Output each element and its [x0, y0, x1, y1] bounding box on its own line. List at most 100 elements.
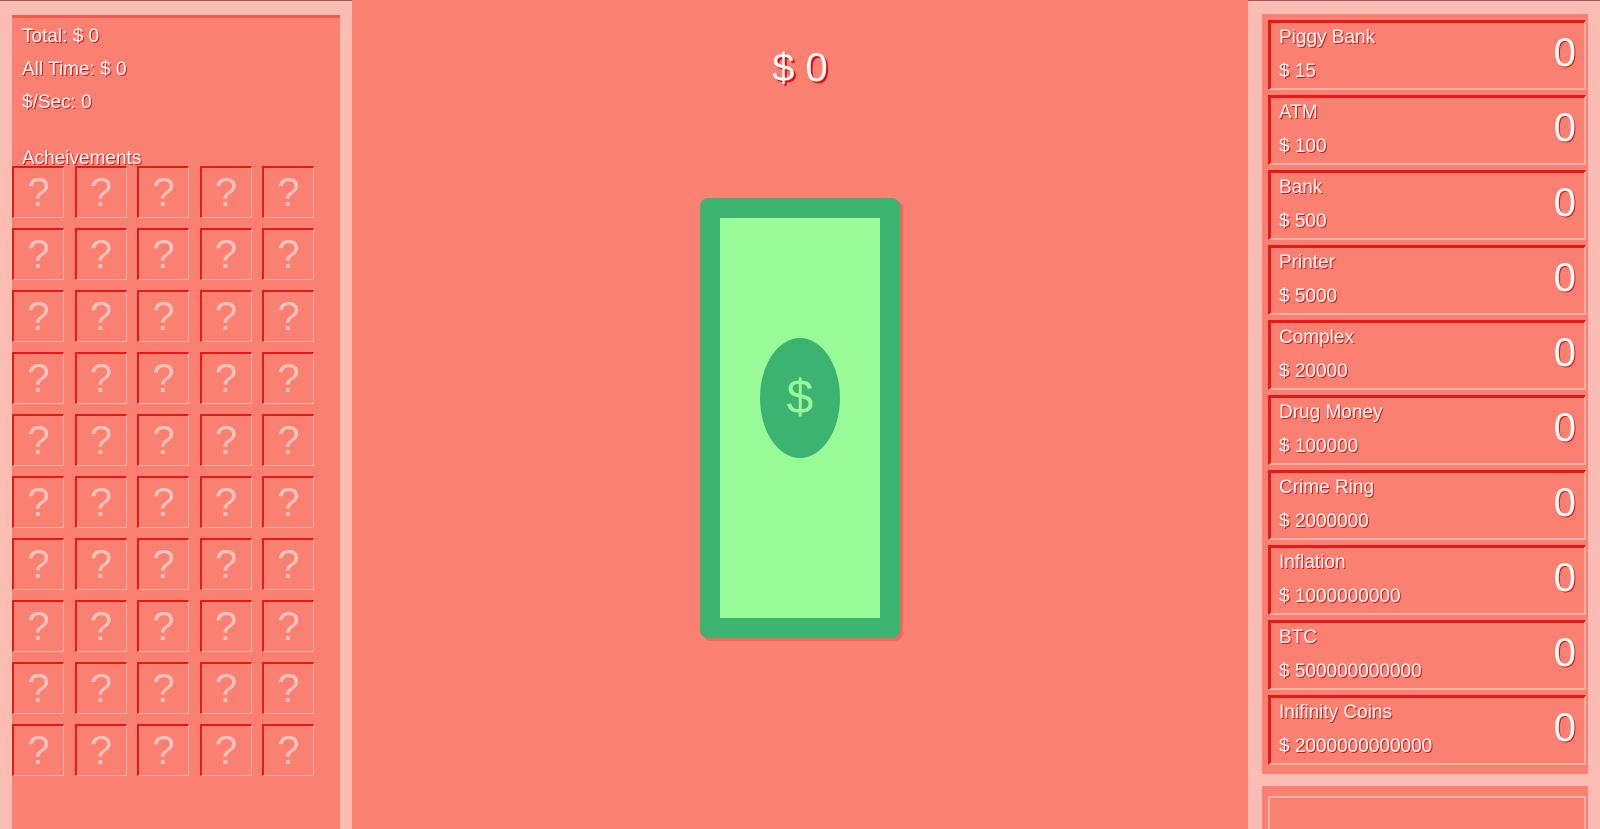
- achievement-slot[interactable]: ?: [137, 352, 189, 404]
- achievement-slot[interactable]: ?: [262, 228, 314, 280]
- shop-panel-footer: [1262, 786, 1588, 829]
- achievement-slot[interactable]: ?: [262, 476, 314, 528]
- achievement-slot[interactable]: ?: [199, 476, 252, 528]
- achievement-slot[interactable]: ?: [74, 476, 127, 528]
- achievement-slot[interactable]: ?: [12, 352, 64, 404]
- shop-item-count: 0: [1553, 406, 1576, 450]
- achievement-slot[interactable]: ?: [137, 414, 189, 466]
- shop-item[interactable]: Complex $ 20000 0: [1268, 320, 1586, 390]
- shop-item-name: Complex: [1279, 327, 1354, 348]
- achievement-slot[interactable]: ?: [199, 724, 252, 776]
- shop-item-name: Crime Ring: [1279, 477, 1375, 498]
- money-counter: $ 0: [772, 46, 828, 90]
- total-stat: Total: $ 0: [22, 26, 100, 47]
- shop-item-count: 0: [1553, 31, 1576, 75]
- shop-item[interactable]: ATM $ 100 0: [1268, 95, 1586, 165]
- achievement-slot[interactable]: ?: [74, 290, 127, 342]
- achievement-slot[interactable]: ?: [12, 414, 64, 466]
- achievement-slot[interactable]: ?: [262, 166, 314, 218]
- achievement-slot[interactable]: ?: [74, 724, 127, 776]
- bill-face: $: [720, 218, 880, 618]
- achievement-slot[interactable]: ?: [74, 352, 127, 404]
- achievement-slot[interactable]: ?: [137, 228, 189, 280]
- achievement-slot[interactable]: ?: [199, 228, 252, 280]
- achievement-slot[interactable]: ?: [137, 166, 189, 218]
- shop-item-price: $ 100000: [1279, 436, 1359, 457]
- game-page: Total: $ 0 All Time: $ 0 $/Sec: 0 Acheiv…: [0, 0, 1600, 829]
- achievement-slot[interactable]: ?: [262, 538, 314, 590]
- shop-item-count: 0: [1553, 331, 1576, 375]
- shop-item[interactable]: Inflation $ 1000000000 0: [1268, 545, 1586, 615]
- achievement-slot[interactable]: ?: [262, 662, 314, 714]
- achievement-slot[interactable]: ?: [12, 228, 64, 280]
- achievement-slot[interactable]: ?: [137, 290, 189, 342]
- shop-item-count: 0: [1553, 631, 1576, 675]
- achievement-slot[interactable]: ?: [262, 290, 314, 342]
- shop-item-price: $ 2000000000000: [1279, 736, 1433, 757]
- achievement-slot[interactable]: ?: [199, 414, 252, 466]
- shop-item-name: Drug Money: [1279, 402, 1383, 423]
- achievement-slot[interactable]: ?: [12, 662, 64, 714]
- shop-footer-box: [1268, 796, 1586, 829]
- achievement-slot[interactable]: ?: [137, 724, 189, 776]
- shop-item-price: $ 20000: [1279, 361, 1348, 382]
- shop-item-price: $ 1000000000: [1279, 586, 1401, 607]
- achievement-slot[interactable]: ?: [12, 724, 64, 776]
- stats-panel: Total: $ 0 All Time: $ 0 $/Sec: 0 Acheiv…: [0, 0, 352, 829]
- achievement-slot[interactable]: ?: [12, 538, 64, 590]
- achievement-slot[interactable]: ?: [262, 352, 314, 404]
- shop-item[interactable]: Inifinity Coins $ 2000000000000 0: [1268, 695, 1586, 765]
- achievement-slot[interactable]: ?: [12, 600, 64, 652]
- shop-item[interactable]: Bank $ 500 0: [1268, 170, 1586, 240]
- shop-item-price: $ 500: [1279, 211, 1327, 232]
- achievement-slot[interactable]: ?: [199, 290, 252, 342]
- achievement-slot[interactable]: ?: [12, 166, 64, 218]
- achievement-slot[interactable]: ?: [199, 166, 252, 218]
- achievement-slot[interactable]: ?: [137, 662, 189, 714]
- achievement-slot[interactable]: ?: [74, 662, 127, 714]
- shop-item-count: 0: [1553, 556, 1576, 600]
- achievement-slot[interactable]: ?: [199, 352, 252, 404]
- shop-item-name: Printer: [1279, 252, 1335, 273]
- shop-item-price: $ 500000000000: [1279, 661, 1422, 682]
- shop-item[interactable]: Drug Money $ 100000 0: [1268, 395, 1586, 465]
- achievement-slot[interactable]: ?: [199, 538, 252, 590]
- shop-item-price: $ 2000000: [1279, 511, 1369, 532]
- achievement-slot[interactable]: ?: [262, 724, 314, 776]
- achievement-slot[interactable]: ?: [74, 538, 127, 590]
- shop-item-count: 0: [1553, 481, 1576, 525]
- shop-item-name: ATM: [1279, 102, 1318, 123]
- shop-item-count: 0: [1553, 106, 1576, 150]
- achievement-slot[interactable]: ?: [74, 228, 127, 280]
- shop-item[interactable]: Crime Ring $ 2000000 0: [1268, 470, 1586, 540]
- achievement-slot[interactable]: ?: [262, 600, 314, 652]
- shop-item-price: $ 5000: [1279, 286, 1338, 307]
- achievement-slot[interactable]: ?: [262, 414, 314, 466]
- achievement-slot[interactable]: ?: [137, 600, 189, 652]
- achievement-slot[interactable]: ?: [74, 166, 127, 218]
- shop-item-name: Bank: [1279, 177, 1323, 198]
- achievement-slot[interactable]: ?: [74, 414, 127, 466]
- achievement-slot[interactable]: ?: [137, 476, 189, 528]
- achievement-slot[interactable]: ?: [12, 290, 64, 342]
- all-time-stat: All Time: $ 0: [22, 59, 127, 80]
- dollar-bill-button[interactable]: $: [700, 198, 900, 638]
- shop-item[interactable]: Piggy Bank $ 15 0: [1268, 20, 1586, 90]
- shop-item[interactable]: Printer $ 5000 0: [1268, 245, 1586, 315]
- shop-item-count: 0: [1553, 256, 1576, 300]
- shop-item[interactable]: BTC $ 500000000000 0: [1268, 620, 1586, 690]
- achievement-slot[interactable]: ?: [74, 600, 127, 652]
- shop-item-name: BTC: [1279, 627, 1317, 648]
- achievement-slot[interactable]: ?: [199, 662, 252, 714]
- shop-item-name: Piggy Bank: [1279, 27, 1376, 48]
- achievement-slot[interactable]: ?: [137, 538, 189, 590]
- shop-list: Piggy Bank $ 15 0 ATM $ 100 0 Bank $ 500 0 Printe…: [1262, 14, 1588, 774]
- shop-panel: Piggy Bank $ 15 0 ATM $ 100 0 Bank $ 500 0 Printe…: [1248, 0, 1600, 829]
- achievement-slot[interactable]: ?: [199, 600, 252, 652]
- shop-item-price: $ 100: [1279, 136, 1327, 157]
- shop-item-count: 0: [1553, 181, 1576, 225]
- dollar-sign-icon: $: [760, 338, 840, 458]
- shop-item-name: Inifinity Coins: [1279, 702, 1392, 723]
- shop-item-count: 0: [1553, 706, 1576, 750]
- achievement-slot[interactable]: ?: [12, 476, 64, 528]
